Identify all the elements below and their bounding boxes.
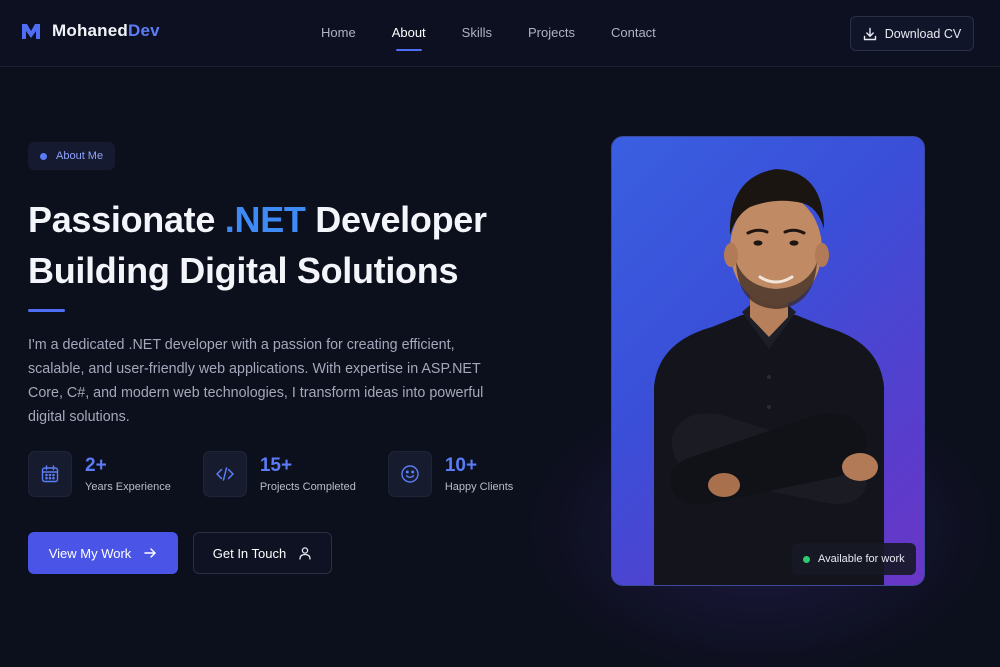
stat-icon-box xyxy=(202,451,247,497)
code-icon xyxy=(216,467,234,481)
view-my-work-label: View My Work xyxy=(48,545,132,561)
profile-portrait-card: Available for work xyxy=(611,136,925,586)
headline-highlight: .NET xyxy=(224,199,306,240)
navbar: MohanedDev Home About Skills Projects Co… xyxy=(0,0,1000,67)
headline-part-1: Passionate xyxy=(28,199,225,240)
headline-line-2: Building Digital Solutions xyxy=(28,250,459,291)
stat-label: Happy Clients xyxy=(444,481,514,493)
nav-link-skills[interactable]: Skills xyxy=(462,25,492,40)
logo[interactable]: MohanedDev xyxy=(20,20,160,42)
nav-link-about[interactable]: About xyxy=(392,25,426,51)
get-in-touch-button[interactable]: Get In Touch xyxy=(193,532,332,574)
calendar-icon xyxy=(41,465,59,483)
nav-link-projects[interactable]: Projects xyxy=(528,25,575,40)
availability-label: Available for work xyxy=(818,553,905,565)
stat-experience: 2+ Years Experience xyxy=(28,451,171,497)
stat-value: 2+ xyxy=(85,455,107,476)
nav-link-home[interactable]: Home xyxy=(321,25,356,40)
nav-link-contact[interactable]: Contact xyxy=(611,25,656,40)
stat-clients: 10+ Happy Clients xyxy=(387,451,514,497)
section-badge: About Me xyxy=(28,142,116,170)
intro-paragraph: I'm a dedicated .NET developer with a pa… xyxy=(28,337,484,425)
nav-links: Home About Skills Projects Contact xyxy=(321,25,692,51)
get-in-touch-label: Get In Touch xyxy=(212,545,287,561)
availability-badge: Available for work xyxy=(792,543,916,575)
stat-label: Projects Completed xyxy=(259,481,356,493)
view-my-work-button[interactable]: View My Work xyxy=(28,532,178,574)
headline-part-2: Developer xyxy=(305,199,487,240)
stat-label: Years Experience xyxy=(85,481,171,493)
profile-photo xyxy=(654,169,884,585)
download-icon xyxy=(863,27,876,40)
stat-value: 10+ xyxy=(444,455,478,476)
user-icon xyxy=(299,547,311,560)
hero-headline: Passionate .NET Developer Building Digit… xyxy=(28,194,548,296)
stat-value: 15+ xyxy=(259,455,293,476)
stat-projects: 15+ Projects Completed xyxy=(202,451,356,497)
stat-icon-box xyxy=(387,451,432,497)
smiley-icon xyxy=(401,465,419,483)
accent-divider xyxy=(28,309,65,312)
logo-m-icon xyxy=(22,24,40,39)
badge-dot xyxy=(40,152,47,160)
badge-label: About Me xyxy=(56,150,104,162)
download-cv-label: Download CV xyxy=(884,26,962,41)
arrow-right-icon xyxy=(144,548,156,558)
stats-row: 2+ Years Experience 15+ Projects Complet… xyxy=(28,451,545,497)
stat-icon-box xyxy=(28,451,72,497)
logo-text: MohanedDev xyxy=(52,21,160,40)
download-cv-button[interactable]: Download CV xyxy=(850,16,974,51)
availability-status-dot xyxy=(803,555,810,563)
